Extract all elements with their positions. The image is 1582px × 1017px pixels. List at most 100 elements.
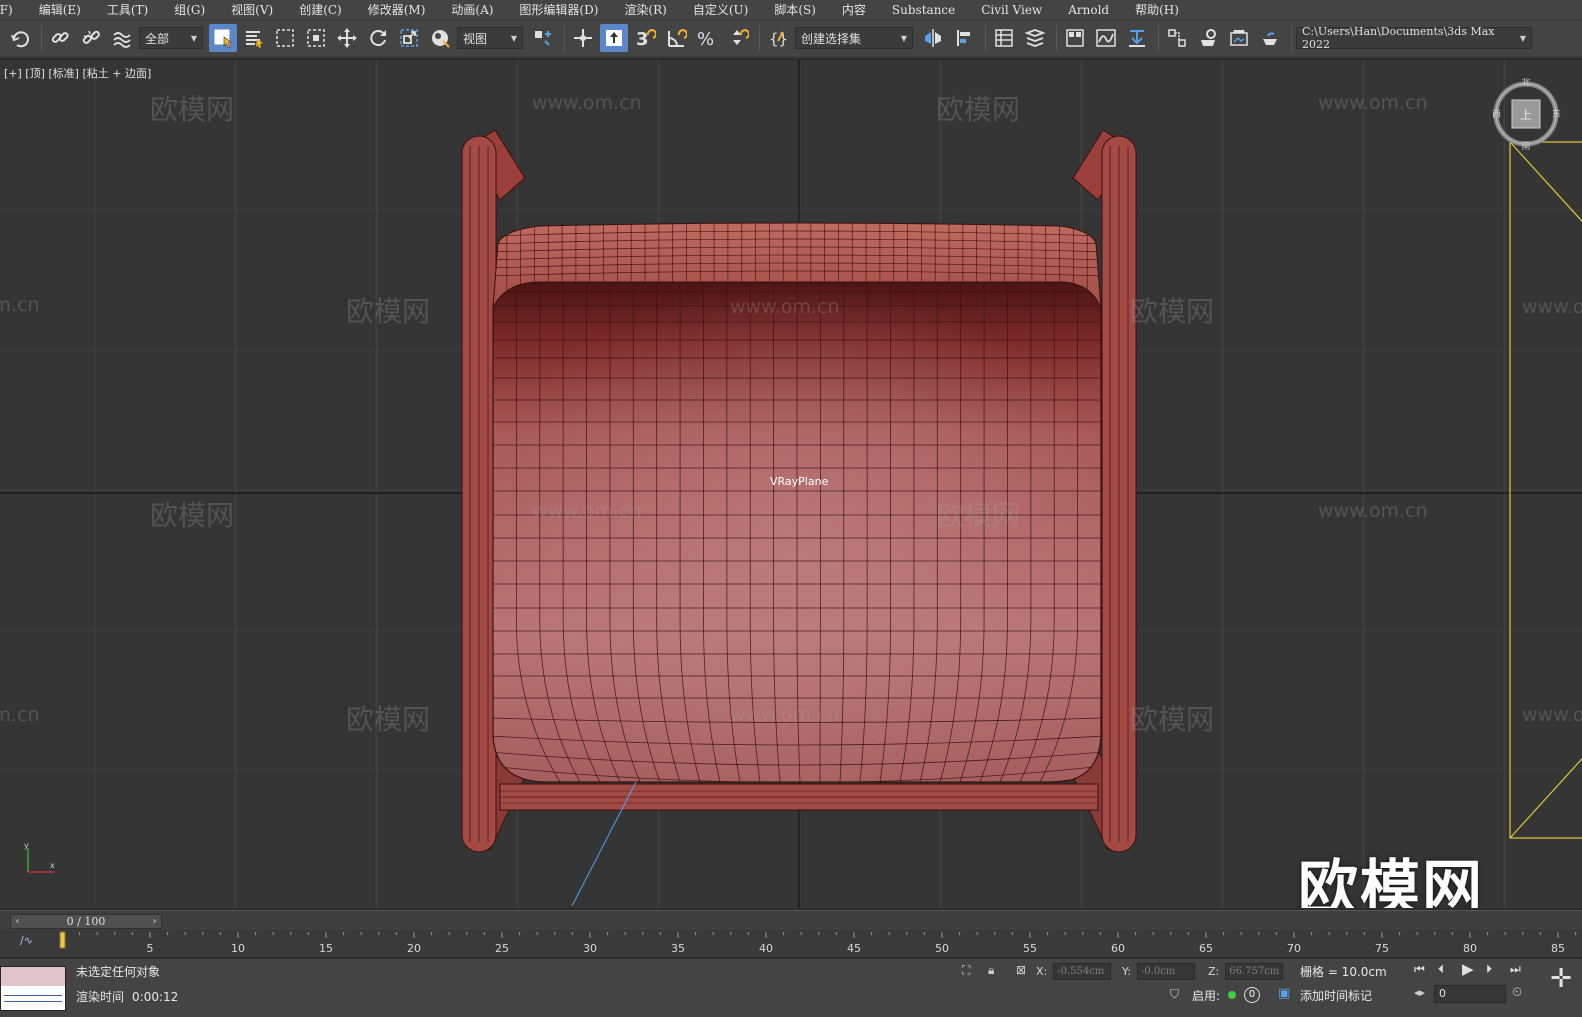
maxscript-mini-listener[interactable] <box>0 966 66 1011</box>
coord-x-label: X: <box>1036 965 1048 978</box>
scale-icon[interactable] <box>395 24 423 52</box>
ribbon-icon[interactable] <box>1061 24 1089 52</box>
enable-label: 启用: <box>1192 989 1221 1003</box>
selection-filter-value: 全部 <box>145 31 170 46</box>
menu-item-0[interactable]: (F) <box>0 0 26 20</box>
isolate-icon[interactable]: ⛶ <box>962 963 970 978</box>
project-path-dropdown[interactable]: C:\Users\Han\Documents\3ds Max 2022 ▼ <box>1296 25 1532 51</box>
menu-item-14[interactable]: Civil View <box>968 0 1055 20</box>
enable-count-badge[interactable]: 0 <box>1244 987 1260 1003</box>
select-by-name-icon[interactable] <box>240 24 268 52</box>
absolute-mode-icon[interactable]: ⊠ <box>1016 963 1026 977</box>
coord-x-input[interactable]: -0.554cm <box>1053 963 1112 980</box>
angle-snap-icon[interactable] <box>662 24 690 52</box>
lock-icon[interactable]: 🔒︎ <box>988 963 994 978</box>
coord-z-input[interactable]: 66.757cm <box>1225 963 1284 980</box>
menu-item-15[interactable]: Arnold <box>1055 0 1122 20</box>
current-frame-input[interactable]: 0 <box>1434 985 1506 1003</box>
menu-item-12[interactable]: 内容 <box>829 0 879 20</box>
render-icon[interactable] <box>1256 24 1284 52</box>
time-slider[interactable]: ‹ 0 / 100 › <box>0 910 1582 930</box>
ref-coord-dropdown[interactable]: 视图 ▼ <box>457 27 523 49</box>
watermark-text: www.om.cn <box>532 500 642 522</box>
menu-item-5[interactable]: 创建(C) <box>286 0 355 20</box>
menu-item-7[interactable]: 动画(A) <box>438 0 506 20</box>
menu-item-11[interactable]: 脚本(S) <box>761 0 829 20</box>
watermark-text: www.om.cn <box>730 296 840 318</box>
watermark-text: 欧模网 <box>150 902 234 908</box>
menu-item-13[interactable]: Substance <box>879 0 968 20</box>
menu-item-9[interactable]: 渲染(R) <box>611 0 679 20</box>
viewcube-east-label: 东 <box>1552 108 1561 120</box>
select-object-icon[interactable] <box>209 24 237 52</box>
unlink-icon[interactable] <box>77 24 105 52</box>
viewport-navigation-plus-icon[interactable]: ✛ <box>1546 964 1576 994</box>
mirror-icon[interactable] <box>919 24 947 52</box>
placement-icon[interactable] <box>426 24 454 52</box>
bind-space-warp-icon[interactable] <box>108 24 136 52</box>
selection-filter-dropdown[interactable]: 全部 ▼ <box>139 27 203 49</box>
watermark-text: 欧模网 <box>936 902 1020 908</box>
edit-named-sets-icon[interactable]: {} <box>764 24 792 52</box>
percent-snap-icon[interactable]: % <box>693 24 721 52</box>
watermark-text: www.om.cn <box>0 294 40 316</box>
link-icon[interactable] <box>46 24 74 52</box>
menu-item-8[interactable]: 图形编辑器(D) <box>506 0 611 20</box>
menu-item-16[interactable]: 帮助(H) <box>1122 0 1192 20</box>
render-setup-icon[interactable] <box>1194 24 1222 52</box>
align-icon[interactable] <box>950 24 978 52</box>
menu-item-6[interactable]: 修改器(M) <box>355 0 439 20</box>
prev-frame-icon[interactable]: ‹ <box>11 916 24 927</box>
watermark-text: 欧模网 <box>936 499 1021 532</box>
coord-y-input[interactable]: -0.0cm <box>1136 963 1195 980</box>
pivot-icon[interactable] <box>529 24 557 52</box>
brand-watermark: 欧模网 <box>1298 854 1484 908</box>
menu-item-2[interactable]: 工具(T) <box>94 0 161 20</box>
time-config-icon[interactable]: ⏲︎ <box>1512 985 1522 1000</box>
next-frame-icon[interactable]: › <box>148 916 161 927</box>
keyboard-shortcut-icon[interactable] <box>600 24 628 52</box>
watermark-text: 欧模网 <box>936 93 1021 126</box>
next-frame-icon[interactable]: ⏵︎ <box>1486 962 1492 977</box>
schematic-icon[interactable] <box>1123 24 1151 52</box>
rotate-icon[interactable] <box>364 24 392 52</box>
time-slider-track[interactable]: ‹ 0 / 100 › <box>10 914 162 929</box>
named-selection-dropdown[interactable]: 创建选择集 ▼ <box>795 27 913 49</box>
add-time-tag[interactable]: 添加时间标记 <box>1300 987 1372 1004</box>
time-tag-icon[interactable]: ▣ <box>1278 986 1290 1001</box>
go-to-end-icon[interactable]: ⏭ <box>1510 962 1521 977</box>
play-icon[interactable]: ▶ <box>1462 960 1474 978</box>
rendered-frame-icon[interactable] <box>1225 24 1253 52</box>
key-mode-icon[interactable]: ◂▸ <box>1414 986 1425 999</box>
spinner-snap-icon[interactable] <box>724 24 752 52</box>
window-crossing-icon[interactable] <box>302 24 330 52</box>
timeline-tick-label: 5 <box>146 942 154 955</box>
snap-3d-icon[interactable]: 3 <box>631 24 659 52</box>
viewport-top[interactable]: y x 欧模网 www.om.cn 欧模网 www.om.cn www.om.cn 欧模网… <box>0 60 1582 908</box>
previous-frame-icon[interactable]: ⏴︎ <box>1438 962 1444 977</box>
watermark-text: 欧模网 <box>1130 295 1215 328</box>
menu-item-1[interactable]: 编辑(E) <box>26 0 94 20</box>
chevron-down-icon: ▼ <box>190 33 197 43</box>
rect-region-icon[interactable] <box>271 24 299 52</box>
viewport-label[interactable]: [+] [顶] [标准] [粘土 + 边面] <box>4 65 151 81</box>
layer-explorer-icon[interactable] <box>990 24 1018 52</box>
adaptive-degradation-icon[interactable]: ⛉ <box>1170 987 1179 1002</box>
move-icon[interactable] <box>333 24 361 52</box>
selection-status: 未选定任何对象 <box>76 965 161 979</box>
viewcube-icon[interactable]: 上 北 南 西 东 <box>1490 78 1562 150</box>
timeline-tick-label: 50 <box>935 942 949 955</box>
menu-item-3[interactable]: 组(G) <box>161 0 218 20</box>
track-bar[interactable]: ∕∿ 5 10 15 20 25 30 35 40 45 50 55 60 65 70 75 80 85 <box>0 930 1582 958</box>
material-editor-icon[interactable] <box>1163 24 1191 52</box>
scene-explorer-icon[interactable] <box>1021 24 1049 52</box>
go-to-start-icon[interactable]: ⏮ <box>1414 962 1425 977</box>
menu-item-4[interactable]: 视图(V) <box>218 0 286 20</box>
timeline-tick-label: 25 <box>495 942 509 955</box>
undo-icon[interactable] <box>6 24 34 52</box>
select-manipulate-icon[interactable] <box>569 24 597 52</box>
menu-item-10[interactable]: 自定义(U) <box>680 0 761 20</box>
timeline-tick-label: 20 <box>407 942 421 955</box>
watermark-text: www.om.cn <box>1522 296 1582 318</box>
curve-editor-icon[interactable] <box>1092 24 1120 52</box>
